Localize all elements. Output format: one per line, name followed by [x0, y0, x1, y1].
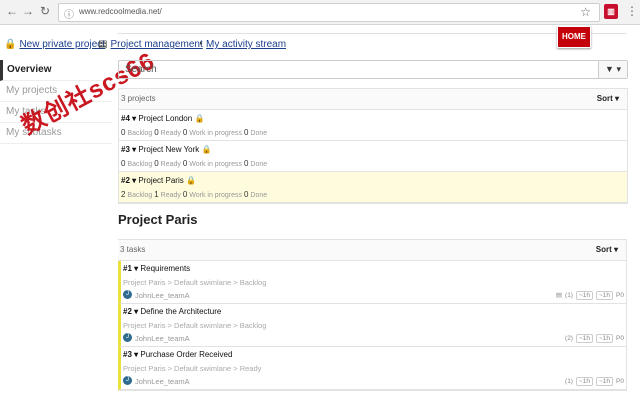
task-card[interactable]: #3 ▾ Purchase Order Received Project Par…	[118, 347, 626, 390]
projects-header: 3 projects Sort ▾	[119, 89, 627, 110]
address-bar[interactable]: ⓘ www.redcoolmedia.net/ ☆	[58, 3, 600, 22]
project-row[interactable]: #3 ▾ Project New York 🔒 0 Backlog 0 Read…	[119, 141, 627, 172]
assignee-name: JohnLee_teamA	[135, 377, 190, 386]
task-path: Project Paris > Default swimlane > Ready	[123, 364, 262, 373]
backlog-label: Backlog	[127, 161, 153, 168]
comment-count: (2)	[565, 335, 573, 342]
ready-label: Ready	[160, 161, 181, 168]
backlog-count: 0	[121, 128, 126, 137]
wip-label: Work in progress	[189, 130, 243, 137]
wip-count: 0	[182, 159, 188, 168]
project-id-dropdown[interactable]: #4 ▾	[121, 114, 136, 123]
search-input[interactable]	[119, 61, 597, 78]
menu-icon[interactable]: ⋮	[626, 4, 638, 18]
projects-panel: 3 projects Sort ▾ #4 ▾ Project London 🔒 …	[118, 88, 628, 204]
filter-button[interactable]: ▼ ▾	[598, 61, 627, 78]
header-divider	[118, 33, 626, 34]
project-row[interactable]: #4 ▾ Project London 🔒 0 Backlog 0 Ready …	[119, 110, 627, 141]
backlog-label: Backlog	[127, 130, 153, 137]
done-count: 0	[244, 190, 249, 199]
time-spent: ~1h	[596, 334, 614, 343]
tasks-header: 3 tasks Sort ▾	[118, 240, 626, 261]
section-title: Project Paris	[118, 212, 198, 227]
task-card[interactable]: #2 ▾ Define the Architecture Project Par…	[118, 304, 626, 347]
back-icon[interactable]: ←	[6, 4, 18, 18]
url-text[interactable]: www.redcoolmedia.net/	[79, 7, 162, 16]
done-count: 0	[244, 159, 249, 168]
tasks-count: 3 tasks	[120, 245, 146, 254]
backlog-count: 0	[121, 159, 126, 168]
time-estimate: ~1h	[575, 291, 594, 300]
tasks-sort-button[interactable]: Sort ▾	[596, 245, 618, 254]
tasks-panel: 3 tasks Sort ▾ #1 ▾ Requirements Project…	[118, 239, 627, 391]
info-icon[interactable]: ⓘ	[64, 6, 74, 21]
folder-icon: ▤	[98, 39, 108, 50]
project-id-dropdown[interactable]: #3 ▾	[121, 145, 136, 154]
task-id-dropdown[interactable]: #3 ▾	[123, 350, 138, 359]
wip-label: Work in progress	[189, 161, 243, 168]
projects-sort-button[interactable]: Sort ▾	[597, 94, 619, 103]
ready-count: 1	[154, 190, 159, 199]
ready-label: Ready	[160, 130, 181, 137]
avatar: J	[123, 290, 132, 299]
top-nav: 🔒 New private project ▤ Project management…	[0, 36, 640, 54]
assignee-name: JohnLee_teamA	[135, 334, 190, 343]
task-path: Project Paris > Default swimlane > Backl…	[123, 321, 267, 330]
task-name[interactable]: Define the Architecture	[140, 307, 221, 316]
activity-stream-link[interactable]: ◔ My activity stream	[197, 39, 286, 50]
wip-label: Work in progress	[189, 192, 243, 199]
project-name[interactable]: Project Paris	[138, 176, 183, 185]
done-label: Done	[250, 130, 268, 137]
lock-icon: 🔒	[4, 39, 17, 50]
home-button[interactable]: HOME	[557, 26, 591, 48]
ready-count: 0	[154, 128, 159, 137]
lock-icon: 🔒	[194, 114, 205, 123]
task-name[interactable]: Requirements	[140, 264, 190, 273]
lock-icon: 🔒	[185, 176, 196, 185]
wip-count: 0	[182, 128, 188, 137]
project-name[interactable]: Project London	[138, 114, 192, 123]
comment-count: (1)	[565, 378, 573, 385]
ready-count: 0	[154, 159, 159, 168]
done-label: Done	[250, 192, 268, 199]
browser-toolbar: ← → ↻ ⓘ www.redcoolmedia.net/ ☆ ▥ ⋮	[0, 0, 640, 25]
comment-icon: ▤	[555, 292, 563, 299]
lock-icon: 🔒	[201, 145, 212, 154]
priority-badge: P0	[616, 378, 624, 385]
project-management-link[interactable]: ▤ Project management	[98, 39, 203, 50]
backlog-count: 2	[121, 190, 126, 199]
backlog-label: Backlog	[127, 192, 153, 199]
task-card[interactable]: #1 ▾ Requirements Project Paris > Defaul…	[118, 261, 626, 304]
avatar: J	[123, 333, 132, 342]
time-spent: ~1h	[596, 291, 614, 300]
wip-count: 0	[182, 190, 188, 199]
time-estimate: ~1h	[575, 377, 594, 386]
time-spent: ~1h	[596, 377, 614, 386]
task-path: Project Paris > Default swimlane > Backl…	[123, 278, 267, 287]
done-count: 0	[244, 128, 249, 137]
done-label: Done	[250, 161, 268, 168]
comment-count: (1)	[565, 292, 573, 299]
dashboard-icon: ◔	[197, 39, 204, 50]
task-id-dropdown[interactable]: #2 ▾	[123, 307, 138, 316]
priority-badge: P0	[616, 335, 624, 342]
star-icon[interactable]: ☆	[580, 5, 591, 19]
project-id-dropdown[interactable]: #2 ▾	[121, 176, 136, 185]
priority-badge: P0	[616, 292, 624, 299]
assignee-name: JohnLee_teamA	[135, 291, 190, 300]
project-row[interactable]: #2 ▾ Project Paris 🔒 2 Backlog 1 Ready 0…	[119, 172, 627, 203]
extension-icon[interactable]: ▥	[604, 4, 618, 19]
reload-icon[interactable]: ↻	[40, 4, 50, 18]
projects-count: 3 projects	[121, 94, 156, 103]
new-project-link[interactable]: 🔒 New private project	[4, 39, 105, 50]
project-name[interactable]: Project New York	[138, 145, 199, 154]
time-estimate: ~1h	[575, 334, 594, 343]
task-id-dropdown[interactable]: #1 ▾	[123, 264, 138, 273]
task-name[interactable]: Purchase Order Received	[140, 350, 232, 359]
search-box: ▼ ▾	[118, 60, 628, 79]
avatar: J	[123, 376, 132, 385]
forward-icon[interactable]: →	[22, 4, 34, 18]
ready-label: Ready	[160, 192, 181, 199]
